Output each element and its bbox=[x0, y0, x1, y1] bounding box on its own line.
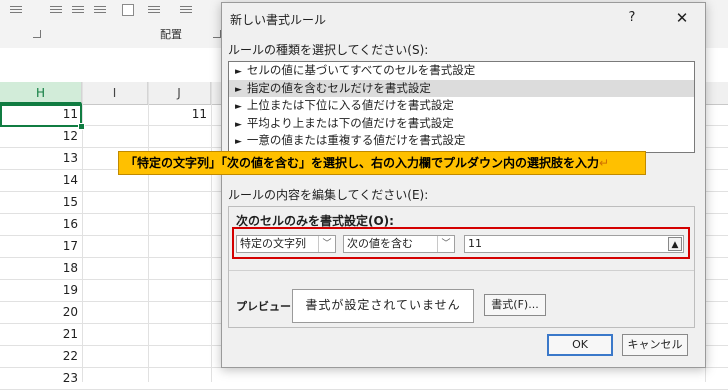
align-left-icon[interactable] bbox=[50, 6, 62, 15]
rule-type-label: ルールの種類を選択してください(S): bbox=[228, 43, 429, 57]
ok-button[interactable]: OK bbox=[547, 334, 613, 356]
column-header-i[interactable]: I bbox=[82, 82, 148, 104]
cell-h[interactable]: 17 bbox=[0, 236, 82, 257]
arrow-right-icon: ► bbox=[235, 137, 242, 148]
return-mark-icon: ↵ bbox=[599, 156, 610, 170]
rule-type-item[interactable]: ► 平均より上または下の値だけを書式設定 bbox=[229, 115, 694, 133]
arrow-right-icon: ► bbox=[235, 119, 242, 130]
arrow-right-icon: ► bbox=[235, 102, 242, 113]
rule-type-item-selected[interactable]: ► 指定の値を含むセルだけを書式設定 bbox=[229, 79, 694, 98]
cell-h[interactable]: 12 bbox=[0, 126, 82, 147]
font-dialog-launcher-icon[interactable] bbox=[33, 30, 41, 38]
table-row: 23 bbox=[0, 368, 728, 390]
indent-icon[interactable] bbox=[148, 6, 160, 15]
format-button[interactable]: 書式(F)... bbox=[484, 294, 546, 316]
align-right-icon[interactable] bbox=[94, 6, 106, 15]
cell-h[interactable]: 18 bbox=[0, 258, 82, 279]
divider bbox=[229, 270, 694, 271]
edit-rule-label: ルールの内容を編集してください(E): bbox=[228, 188, 429, 202]
cell-h[interactable]: 21 bbox=[0, 324, 82, 345]
help-button[interactable]: ? bbox=[620, 7, 644, 29]
font-group-icon[interactable] bbox=[10, 6, 22, 15]
rule-type-item[interactable]: ► セルの値に基づいてすべてのセルを書式設定 bbox=[229, 62, 694, 80]
align-center-icon[interactable] bbox=[72, 6, 84, 15]
rule-type-item-label: 上位または下位に入る値だけを書式設定 bbox=[246, 98, 454, 113]
cell-h[interactable]: 13 bbox=[0, 148, 82, 169]
rule-type-item-label: 平均より上または下の値だけを書式設定 bbox=[246, 115, 454, 130]
cell-h[interactable]: 16 bbox=[0, 214, 82, 235]
annotation-banner: 「特定の文字列」「次の値を含む」を選択し、右の入力欄でプルダウン内の選択肢を入力… bbox=[118, 151, 646, 175]
preview-box: 書式が設定されていません bbox=[292, 289, 474, 323]
cell-j11[interactable]: 11 bbox=[148, 104, 211, 125]
arrow-right-icon: ► bbox=[235, 67, 242, 77]
rule-type-item-label: セルの値に基づいてすべてのセルを書式設定 bbox=[246, 63, 476, 77]
highlight-frame bbox=[232, 227, 690, 259]
merge-cells-icon[interactable] bbox=[122, 4, 134, 16]
wrap-text-icon[interactable] bbox=[180, 6, 192, 15]
cell-h[interactable]: 22 bbox=[0, 346, 82, 367]
close-icon[interactable]: ✕ bbox=[668, 7, 696, 29]
preview-label: プレビュー: bbox=[236, 300, 296, 313]
fill-handle[interactable] bbox=[78, 123, 85, 130]
rule-type-item-label: 一意の値または重複する値だけを書式設定 bbox=[246, 133, 466, 148]
dialog-titlebar[interactable]: 新しい書式ルール ? ✕ bbox=[222, 3, 705, 33]
dialog-title: 新しい書式ルール bbox=[230, 13, 327, 27]
annotation-text: 「特定の文字列」「次の値を含む」を選択し、右の入力欄でプルダウン内の選択肢を入力 bbox=[125, 156, 600, 170]
new-format-rule-dialog: 新しい書式ルール ? ✕ ルールの種類を選択してください(S): ► セルの値に基… bbox=[221, 2, 706, 368]
cell-h[interactable]: 15 bbox=[0, 192, 82, 213]
cell-h[interactable]: 19 bbox=[0, 280, 82, 301]
rule-type-list[interactable]: ► セルの値に基づいてすべてのセルを書式設定 ► 指定の値を含むセルだけを書式設定 … bbox=[228, 61, 695, 153]
arrow-right-icon: ► bbox=[235, 84, 242, 95]
active-cell-border bbox=[0, 104, 82, 127]
rule-type-item-label: 指定の値を含むセルだけを書式設定 bbox=[246, 80, 431, 95]
cancel-button[interactable]: キャンセル bbox=[622, 334, 688, 356]
cell-h[interactable]: 23 bbox=[0, 368, 82, 389]
cell-h[interactable]: 20 bbox=[0, 302, 82, 323]
alignment-group-label: 配置 bbox=[160, 28, 182, 41]
rule-type-item[interactable]: ► 上位または下位に入る値だけを書式設定 bbox=[229, 97, 694, 115]
alignment-dialog-launcher-icon[interactable] bbox=[213, 30, 221, 38]
column-header-j[interactable]: J bbox=[148, 82, 211, 104]
cell-h[interactable]: 14 bbox=[0, 170, 82, 191]
column-header-h[interactable]: H bbox=[0, 82, 82, 104]
rule-type-item[interactable]: ► 一意の値または重複する値だけを書式設定 bbox=[229, 132, 694, 150]
